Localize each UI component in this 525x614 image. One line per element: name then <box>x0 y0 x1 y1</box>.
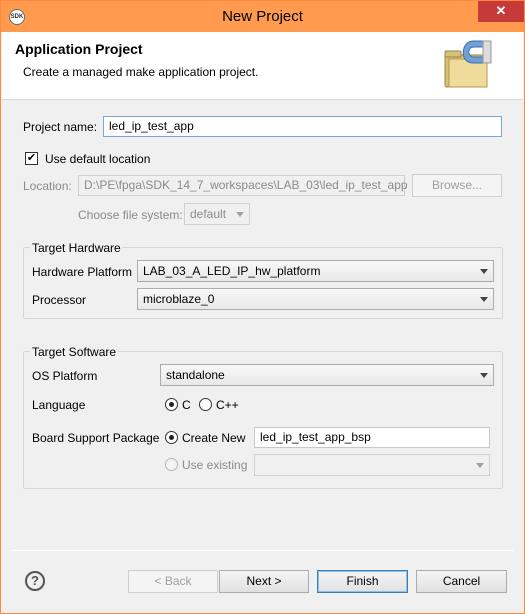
bsp-label: Board Support Package <box>32 431 160 445</box>
target-software-title: Target Software <box>30 345 119 359</box>
language-cpp-label: C++ <box>216 398 239 412</box>
folder-c-icon <box>444 40 492 88</box>
wizard-page-title: Application Project <box>15 41 143 57</box>
existing-bsp-select[interactable] <box>254 454 490 476</box>
chevron-down-icon <box>480 373 488 378</box>
language-cpp-radio[interactable] <box>199 398 212 411</box>
chevron-down-icon <box>236 212 244 217</box>
language-label: Language <box>32 398 86 412</box>
processor-select[interactable]: microblaze_0 <box>137 288 494 310</box>
file-system-value: default <box>190 207 227 221</box>
hardware-platform-label: Hardware Platform <box>32 265 133 279</box>
bsp-name-input[interactable]: led_ip_test_app_bsp <box>254 427 490 448</box>
language-c-label: C <box>182 398 191 412</box>
wizard-header: Application Project Create a managed mak… <box>2 32 523 100</box>
file-system-select[interactable]: default <box>184 203 250 225</box>
use-default-location-checkbox[interactable]: ✔ <box>25 152 38 165</box>
project-name-label: Project name: <box>23 120 98 134</box>
location-label: Location: <box>23 179 72 193</box>
hardware-platform-select[interactable]: LAB_03_A_LED_IP_hw_platform <box>137 260 494 282</box>
next-button[interactable]: Next > <box>219 570 309 593</box>
language-c-radio[interactable] <box>165 398 178 411</box>
os-platform-value: standalone <box>166 368 225 382</box>
back-button[interactable]: < Back <box>128 570 218 593</box>
footer-separator <box>11 550 514 551</box>
close-button[interactable]: ✕ <box>478 1 524 22</box>
cancel-button[interactable]: Cancel <box>416 570 507 593</box>
use-default-location-label: Use default location <box>45 152 151 166</box>
file-system-label: Choose file system: <box>78 208 183 222</box>
chevron-down-icon <box>480 269 488 274</box>
hardware-platform-value: LAB_03_A_LED_IP_hw_platform <box>143 264 321 278</box>
finish-button[interactable]: Finish <box>317 570 408 593</box>
window-title: New Project <box>222 8 303 25</box>
browse-button[interactable]: Browse... <box>412 174 502 197</box>
use-existing-radio[interactable] <box>165 458 178 471</box>
title-bar[interactable]: SDK New Project ✕ <box>1 1 524 32</box>
create-new-radio[interactable] <box>165 431 178 444</box>
project-name-input[interactable]: led_ip_test_app <box>103 116 502 137</box>
chevron-down-icon <box>480 297 488 302</box>
chevron-down-icon <box>476 463 484 468</box>
target-hardware-title: Target Hardware <box>30 241 123 255</box>
location-input[interactable]: D:\PE\fpga\SDK_14_7_workspaces\LAB_03\le… <box>78 175 408 196</box>
os-platform-label: OS Platform <box>32 369 98 383</box>
new-project-dialog: SDK New Project ✕ Application Project Cr… <box>0 0 525 614</box>
create-new-label: Create New <box>182 431 246 445</box>
processor-label: Processor <box>32 293 87 307</box>
wizard-page-description: Create a managed make application projec… <box>23 65 259 79</box>
help-icon[interactable]: ? <box>25 571 45 591</box>
processor-value: microblaze_0 <box>143 292 215 306</box>
os-platform-select[interactable]: standalone <box>160 364 494 386</box>
use-existing-label: Use existing <box>182 458 248 472</box>
